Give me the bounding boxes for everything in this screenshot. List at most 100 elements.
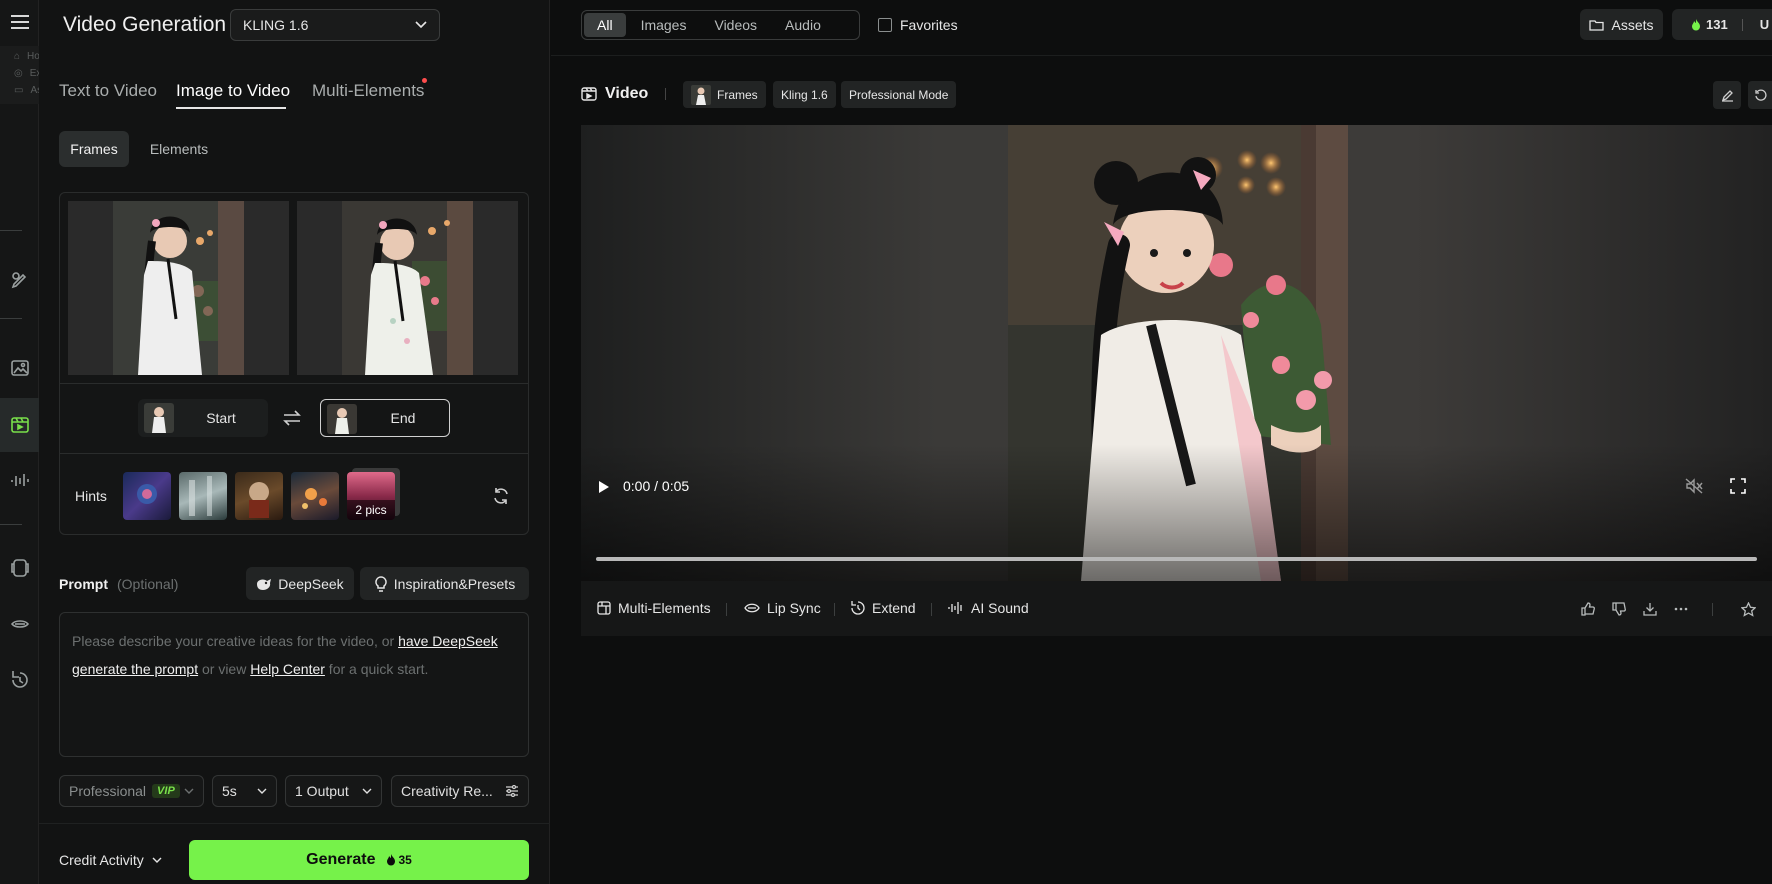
- active-tab-underline: [176, 107, 286, 109]
- output-count-select[interactable]: 1 Output: [285, 775, 382, 807]
- favorites-filter[interactable]: Favorites: [878, 17, 958, 33]
- icon-rail: [0, 0, 39, 884]
- subtab-elements[interactable]: Elements: [137, 131, 221, 167]
- mode-select[interactable]: Professional VIP: [59, 775, 204, 807]
- action-ai-sound[interactable]: AI Sound: [948, 600, 1029, 616]
- chevron-down-icon: [184, 788, 194, 794]
- hint-thumb-4[interactable]: [291, 472, 339, 520]
- help-center-link[interactable]: Help Center: [250, 661, 325, 677]
- filter-all[interactable]: All: [584, 13, 626, 37]
- audio-icon[interactable]: [0, 460, 39, 500]
- duration-select[interactable]: 5s: [212, 775, 277, 807]
- assets-label: Assets: [1611, 16, 1654, 33]
- play-icon[interactable]: [598, 480, 610, 494]
- thumbs-up-icon[interactable]: [1576, 597, 1600, 621]
- sound-wave-icon: [948, 601, 964, 615]
- menu-icon[interactable]: [0, 2, 39, 42]
- model-select[interactable]: KLING 1.6: [230, 9, 440, 41]
- end-frame-thumb: [327, 404, 357, 434]
- frames-card: Start End Hints 2 pics: [59, 192, 529, 535]
- generate-button[interactable]: Generate 35: [189, 840, 529, 880]
- swap-icon[interactable]: [282, 409, 302, 427]
- user-initial[interactable]: U: [1760, 17, 1769, 32]
- generate-label: Generate: [306, 851, 376, 868]
- video-progress-bar[interactable]: [596, 557, 1757, 561]
- thumbs-down-icon[interactable]: [1607, 597, 1631, 621]
- hint-thumb-3[interactable]: [235, 472, 283, 520]
- credit-activity-dropdown[interactable]: Credit Activity: [59, 852, 162, 868]
- rail-divider: [0, 318, 22, 319]
- action-lip-sync[interactable]: Lip Sync: [744, 600, 821, 616]
- inspiration-presets-button[interactable]: Inspiration&Presets: [360, 567, 529, 600]
- divider: [1741, 18, 1743, 31]
- chip-frames-label: Frames: [717, 87, 758, 102]
- chip-mode: Professional Mode: [841, 81, 957, 108]
- action-multi-elements[interactable]: Multi-Elements: [597, 600, 711, 616]
- prompt-placeholder-1: Please describe your creative ideas for …: [72, 633, 399, 649]
- filter-audio[interactable]: Audio: [772, 13, 834, 37]
- divider: [726, 603, 727, 616]
- regenerate-button[interactable]: [1748, 81, 1772, 109]
- action-lip-sync-label: Lip Sync: [767, 600, 821, 616]
- edit-tool-icon[interactable]: [0, 260, 39, 300]
- start-frame-image[interactable]: [68, 201, 289, 375]
- deepseek-button[interactable]: DeepSeek: [246, 567, 354, 600]
- creativity-relevance-setting[interactable]: Creativity Re...: [391, 775, 529, 807]
- star-icon[interactable]: [1736, 597, 1760, 621]
- divider: [60, 453, 528, 454]
- divider: [665, 88, 666, 100]
- extend-icon: [851, 601, 865, 615]
- subtab-frames[interactable]: Frames: [59, 131, 129, 167]
- favorites-label: Favorites: [900, 17, 958, 33]
- tab-multi-elements[interactable]: Multi-Elements: [312, 81, 424, 101]
- action-extend[interactable]: Extend: [851, 600, 916, 616]
- more-icon[interactable]: [1669, 597, 1693, 621]
- pencil-icon: [1721, 89, 1734, 102]
- divider: [551, 55, 1772, 56]
- rail-divider: [0, 524, 22, 525]
- start-frame-button[interactable]: Start: [138, 399, 268, 437]
- hints-label: Hints: [75, 488, 107, 504]
- video-icon: [581, 86, 597, 102]
- prompt-textarea[interactable]: Please describe your creative ideas for …: [59, 612, 529, 757]
- model-select-value: KLING 1.6: [243, 17, 309, 33]
- assets-button[interactable]: Assets: [1580, 9, 1663, 40]
- mode-select-value: Professional: [69, 783, 147, 799]
- mute-icon[interactable]: [1685, 478, 1703, 494]
- favorites-checkbox[interactable]: [878, 18, 892, 32]
- hint-thumb-1[interactable]: [123, 472, 171, 520]
- edit-button[interactable]: [1713, 81, 1741, 109]
- vip-badge: VIP: [152, 784, 180, 798]
- flame-icon: [1691, 18, 1701, 31]
- credits-balance[interactable]: 131 U: [1672, 9, 1772, 40]
- end-frame-button[interactable]: End: [320, 399, 450, 437]
- filter-videos[interactable]: Videos: [701, 13, 770, 37]
- multi-elements-icon: [597, 601, 611, 615]
- tab-text-to-video[interactable]: Text to Video: [59, 81, 157, 101]
- end-frame-image[interactable]: [297, 201, 518, 375]
- image-icon[interactable]: [0, 348, 39, 388]
- element-icon[interactable]: [0, 548, 39, 588]
- hint-more-thumb[interactable]: 2 pics: [347, 472, 395, 520]
- tab-image-to-video[interactable]: Image to Video: [176, 81, 290, 101]
- prompt-optional: (Optional): [117, 576, 179, 592]
- hint-thumb-2[interactable]: [179, 472, 227, 520]
- download-icon[interactable]: [1638, 597, 1662, 621]
- generation-panel: Video Generation KLING 1.6 Text to Video…: [39, 0, 550, 884]
- action-ai-sound-label: AI Sound: [971, 600, 1029, 616]
- video-icon[interactable]: [0, 398, 39, 452]
- history-icon[interactable]: [0, 660, 39, 700]
- filter-images[interactable]: Images: [628, 13, 700, 37]
- hint-more-label: 2 pics: [347, 500, 395, 520]
- fullscreen-icon[interactable]: [1730, 478, 1746, 494]
- explore-icon: ◎: [14, 68, 23, 79]
- type-filter: All Images Videos Audio: [581, 10, 860, 40]
- refresh-icon[interactable]: [492, 487, 510, 505]
- credits-value: 131: [1706, 17, 1728, 32]
- folder-icon: [1589, 19, 1605, 31]
- video-player[interactable]: 0:00 / 0:05: [581, 125, 1772, 581]
- lip-sync-icon[interactable]: [0, 604, 39, 644]
- chevron-down-icon: [415, 21, 427, 29]
- generate-cost: 35: [398, 853, 412, 867]
- credit-activity-label: Credit Activity: [59, 852, 144, 868]
